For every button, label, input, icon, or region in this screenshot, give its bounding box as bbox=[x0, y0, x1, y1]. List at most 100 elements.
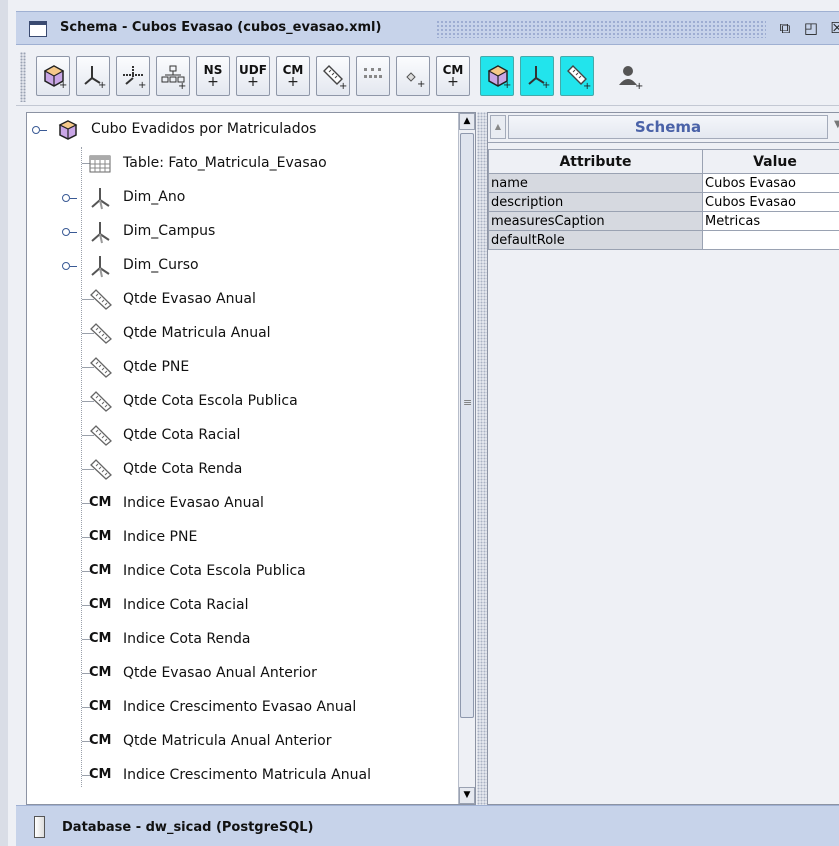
restore-icon[interactable]: ⧉ bbox=[776, 19, 794, 37]
add-level-button[interactable] bbox=[356, 56, 390, 96]
svg-text:+: + bbox=[339, 81, 347, 89]
tree-item-dimension[interactable]: Dim_Campus bbox=[27, 215, 459, 249]
tree-item-label: Indice Cota Escola Publica bbox=[123, 563, 306, 579]
tree-item-calc[interactable]: CM Indice Cota Racial bbox=[27, 589, 459, 623]
table-icon bbox=[89, 155, 111, 177]
tree-item-calc[interactable]: CM Indice Evasao Anual bbox=[27, 487, 459, 521]
database-icon bbox=[34, 816, 45, 838]
property-row[interactable]: description Cubos Evasao bbox=[488, 192, 839, 212]
tree-item-label: Indice Evasao Anual bbox=[123, 495, 264, 511]
title-bar-grip bbox=[436, 20, 766, 38]
property-add-icon: + bbox=[406, 72, 425, 89]
tree-item-label: Indice PNE bbox=[123, 529, 198, 545]
tree-item-label: Dim_Campus bbox=[123, 223, 216, 239]
schema-window: Schema - Cubos Evasao (cubos_evasao.xml)… bbox=[0, 0, 839, 846]
window-icon bbox=[29, 21, 47, 37]
tree-item-calc[interactable]: CM Indice Cota Escola Publica bbox=[27, 555, 459, 589]
tree-item-label: Qtde Matricula Anual Anterior bbox=[123, 733, 332, 749]
tree-item-dimension[interactable]: Dim_Ano bbox=[27, 181, 459, 215]
add-virtual-dimension-button[interactable]: + bbox=[520, 56, 554, 96]
database-bar[interactable]: Database - dw_sicad (PostgreSQL) bbox=[16, 805, 839, 846]
collapse-arrow-icon[interactable]: ▲ bbox=[490, 115, 506, 139]
tree-item-label: Qtde Evasao Anual Anterior bbox=[123, 665, 317, 681]
scroll-up-arrow-icon[interactable]: ▲ bbox=[459, 113, 475, 130]
svg-text:+: + bbox=[542, 80, 550, 89]
tree-item-calc[interactable]: CM Qtde Matricula Anual Anterior bbox=[27, 725, 459, 759]
maximize-icon[interactable]: ◰ bbox=[802, 19, 820, 37]
role-add-icon: + bbox=[619, 66, 643, 89]
tree-item-label: Qtde Cota Racial bbox=[123, 427, 241, 443]
add-cm-property-button[interactable]: CM + bbox=[436, 56, 470, 96]
tree-item-label: Indice Cota Renda bbox=[123, 631, 251, 647]
tree-item-measure[interactable]: Qtde Cota Renda bbox=[27, 453, 459, 487]
property-row[interactable]: name Cubos Evasao bbox=[488, 173, 839, 193]
property-row[interactable]: defaultRole bbox=[488, 230, 839, 250]
measure-icon bbox=[89, 288, 113, 314]
scroll-thumb[interactable] bbox=[460, 133, 474, 718]
tree-item-measure[interactable]: Qtde Matricula Anual bbox=[27, 317, 459, 351]
measure-icon bbox=[89, 356, 113, 382]
svg-text:+: + bbox=[98, 80, 106, 89]
tree-item-measure[interactable]: Qtde PNE bbox=[27, 351, 459, 385]
tree-root-cube[interactable]: Cubo Evadidos por Matriculados bbox=[27, 113, 459, 147]
title-bar[interactable]: Schema - Cubos Evasao (cubos_evasao.xml)… bbox=[16, 11, 839, 45]
tree-toggle[interactable] bbox=[32, 126, 47, 134]
tree-item-dimension[interactable]: Dim_Curso bbox=[27, 249, 459, 283]
add-property-button[interactable]: + bbox=[396, 56, 430, 96]
add-measure-button[interactable]: + bbox=[316, 56, 350, 96]
dropdown-arrow-icon[interactable]: ▼ bbox=[834, 119, 839, 130]
tree-item-calc[interactable]: CM Qtde Evasao Anual Anterior bbox=[27, 657, 459, 691]
toolbar-grip[interactable] bbox=[20, 52, 26, 102]
add-calculated-member-button[interactable]: CM + bbox=[276, 56, 310, 96]
tree-item-label: Qtde Evasao Anual bbox=[123, 291, 256, 307]
svg-text:+: + bbox=[635, 81, 643, 89]
tree-scrollbar[interactable]: ▲ ▼ bbox=[458, 113, 475, 804]
tree-item-calc[interactable]: CM Indice Crescimento Matricula Anual bbox=[27, 759, 459, 793]
add-dimension-button[interactable]: + bbox=[76, 56, 110, 96]
tree-item-label: Indice Crescimento Matricula Anual bbox=[123, 767, 371, 783]
tree-item-calc[interactable]: CM Indice Crescimento Evasao Anual bbox=[27, 691, 459, 725]
svg-text:+: + bbox=[583, 81, 591, 89]
add-virtual-cube-button[interactable]: + bbox=[480, 56, 514, 96]
property-value[interactable]: Cubos Evasao bbox=[702, 192, 839, 212]
add-hierarchy-button[interactable]: + bbox=[156, 56, 190, 96]
add-dimension-usage-button[interactable]: + bbox=[116, 56, 150, 96]
tree-toggle[interactable] bbox=[62, 194, 77, 202]
virtual-cube-add-icon: + bbox=[487, 65, 511, 89]
tree-item-calc[interactable]: CM Indice Cota Renda bbox=[27, 623, 459, 657]
add-cube-button[interactable]: + bbox=[36, 56, 70, 96]
tree-item-calc[interactable]: CM Indice PNE bbox=[27, 521, 459, 555]
tree-toggle[interactable] bbox=[62, 228, 77, 236]
properties-title: Schema bbox=[508, 115, 828, 139]
add-role-button[interactable]: + bbox=[612, 56, 646, 96]
panel-splitter[interactable] bbox=[477, 112, 487, 805]
tree-item-label: Dim_Curso bbox=[123, 257, 199, 273]
close-icon[interactable]: ☒ bbox=[828, 19, 839, 37]
tree-item-label: Dim_Ano bbox=[123, 189, 186, 205]
tree-item-label: Qtde Cota Renda bbox=[123, 461, 243, 477]
svg-text:+: + bbox=[417, 79, 425, 89]
svg-text:+: + bbox=[503, 80, 511, 89]
property-value[interactable] bbox=[702, 230, 839, 250]
tree-item-table[interactable]: Table: Fato_Matricula_Evasao bbox=[27, 147, 459, 181]
property-value[interactable]: Cubos Evasao bbox=[702, 173, 839, 193]
add-udf-button[interactable]: UDF + bbox=[236, 56, 270, 96]
tree-item-label: Qtde Cota Escola Publica bbox=[123, 393, 298, 409]
tree-item-measure[interactable]: Qtde Cota Racial bbox=[27, 419, 459, 453]
tree-toggle[interactable] bbox=[62, 262, 77, 270]
scroll-down-arrow-icon[interactable]: ▼ bbox=[459, 787, 475, 804]
dimension-icon bbox=[89, 254, 111, 282]
hierarchy-add-icon: + bbox=[161, 65, 186, 89]
add-named-set-button[interactable]: NS + bbox=[196, 56, 230, 96]
window-title: Schema - Cubos Evasao (cubos_evasao.xml) bbox=[60, 20, 386, 35]
schema-tree[interactable]: Cubo Evadidos por Matriculados Table: Fa… bbox=[26, 112, 476, 805]
tree-item-measure[interactable]: Qtde Evasao Anual bbox=[27, 283, 459, 317]
property-value[interactable]: Metricas bbox=[702, 211, 839, 231]
property-row[interactable]: measuresCaption Metricas bbox=[488, 211, 839, 231]
cube-icon bbox=[58, 120, 78, 140]
add-virtual-measure-button[interactable]: + bbox=[560, 56, 594, 96]
dimension-add-icon: + bbox=[84, 66, 106, 89]
tree-item-measure[interactable]: Qtde Cota Escola Publica bbox=[27, 385, 459, 419]
dimension-usage-add-icon: + bbox=[123, 66, 146, 89]
svg-text:+: + bbox=[178, 81, 186, 89]
